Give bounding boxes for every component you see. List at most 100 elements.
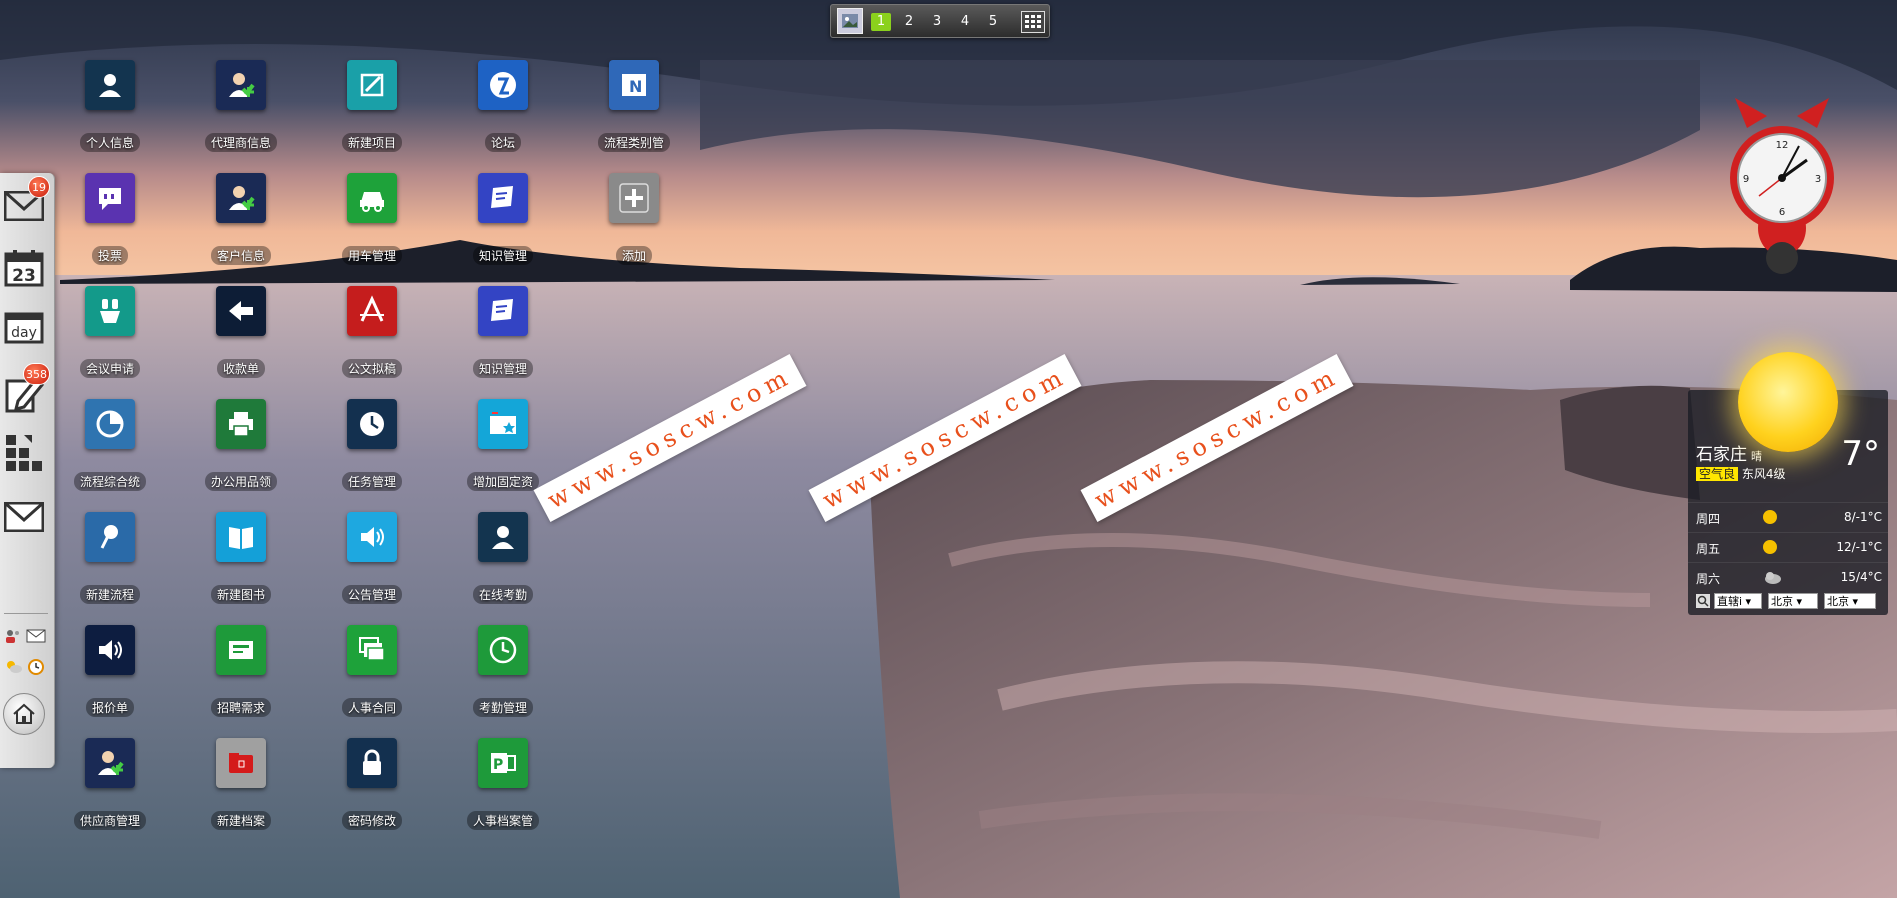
speaker-icon bbox=[85, 625, 135, 675]
desktop-app-icon[interactable]: 任务管理 bbox=[322, 399, 422, 491]
app-label: 公文拟稿 bbox=[341, 359, 402, 378]
desktop-app-icon[interactable]: 人事合同 bbox=[322, 625, 422, 717]
app-label: 投票 bbox=[91, 246, 128, 265]
apps-grid-icon bbox=[6, 435, 42, 471]
alarm-clock-icon[interactable] bbox=[26, 656, 46, 676]
desktop-app-icon[interactable]: 会议申请 bbox=[60, 286, 160, 378]
desktop-app-icon[interactable]: 供应商管理 bbox=[60, 738, 160, 830]
small-mail-icon[interactable] bbox=[26, 626, 46, 646]
dock-apps[interactable] bbox=[2, 431, 46, 475]
desktop-app-icon[interactable]: 新建图书 bbox=[191, 512, 291, 604]
onenote-icon: N bbox=[609, 60, 659, 110]
weather-wind: 东风4级 bbox=[1741, 467, 1786, 481]
desktop-app-icon[interactable]: 个人信息 bbox=[60, 60, 160, 152]
desktop-app-icon[interactable]: 新建档案 bbox=[191, 738, 291, 830]
search-icon[interactable] bbox=[1696, 593, 1710, 612]
desktop-thumbnail-icon[interactable] bbox=[837, 8, 863, 34]
dock-calendar[interactable]: 23 bbox=[2, 246, 46, 290]
province-select[interactable]: 直辖i ▾ bbox=[1714, 593, 1762, 609]
app-label: 流程类别管 bbox=[597, 133, 670, 152]
app-label: 知识管理 bbox=[472, 246, 533, 265]
folder-icon bbox=[216, 738, 266, 788]
desktop-app-icon[interactable]: 公告管理 bbox=[322, 512, 422, 604]
desktop-app-icon[interactable]: 客户信息 bbox=[191, 173, 291, 265]
workspace-tab-2[interactable]: 2 bbox=[899, 13, 919, 31]
contacts-icon[interactable] bbox=[3, 626, 23, 646]
mail-badge: 19 bbox=[28, 176, 50, 198]
svg-text:3: 3 bbox=[1815, 174, 1821, 185]
printer-icon bbox=[216, 399, 266, 449]
user-icon bbox=[478, 512, 528, 562]
vote-icon bbox=[85, 173, 135, 223]
user-add-icon bbox=[216, 173, 266, 223]
district-select[interactable]: 北京 ▾ bbox=[1824, 593, 1876, 609]
cloud-icon bbox=[1762, 569, 1782, 588]
desktop-app-icon[interactable]: N 流程类别管 bbox=[584, 60, 684, 152]
city-select[interactable]: 北京 ▾ bbox=[1768, 593, 1818, 609]
dock-divider bbox=[4, 613, 48, 614]
weather-aqi: 空气良 东风4级 bbox=[1696, 465, 1785, 482]
speaker-icon bbox=[347, 512, 397, 562]
forecast-row: 周四 8/-1°C bbox=[1688, 502, 1888, 531]
app-label: 任务管理 bbox=[341, 472, 402, 491]
dock-mail[interactable]: 19 bbox=[2, 176, 50, 228]
desktop-app-icon[interactable]: 投票 bbox=[60, 173, 160, 265]
desktop-app-icon[interactable]: 报价单 bbox=[60, 625, 160, 717]
desktop-app-icon[interactable]: 在线考勤 bbox=[453, 512, 553, 604]
desktop-app-icon[interactable]: 用车管理 bbox=[322, 173, 422, 265]
desktop-app-icon[interactable]: 新建项目 bbox=[322, 60, 422, 152]
desktop-app-icon[interactable]: 增加固定资 bbox=[453, 399, 553, 491]
weather-condition: 晴 bbox=[1751, 450, 1762, 463]
fox-clock-icon: 12 3 6 9 bbox=[1730, 98, 1834, 274]
workspace-switcher: 1 2 3 4 5 bbox=[830, 4, 1050, 38]
document-draft-icon bbox=[347, 286, 397, 336]
knowledge-icon bbox=[478, 286, 528, 336]
app-label: 招聘需求 bbox=[210, 698, 271, 717]
dock-edit[interactable]: 358 bbox=[2, 363, 50, 415]
desktop-app-icon[interactable]: 招聘需求 bbox=[191, 625, 291, 717]
app-label: 人事档案管 bbox=[466, 811, 539, 830]
workspace-tab-4[interactable]: 4 bbox=[955, 13, 975, 31]
app-label: 知识管理 bbox=[472, 359, 533, 378]
weather-sun-icon bbox=[1738, 352, 1838, 452]
app-label: 考勤管理 bbox=[472, 698, 533, 717]
desktop-app-icon[interactable]: 流程综合统 bbox=[60, 399, 160, 491]
weather-small-icon[interactable] bbox=[3, 656, 23, 676]
forum-icon bbox=[478, 60, 528, 110]
desktop-app-icon[interactable]: 收款单 bbox=[191, 286, 291, 378]
user-add-icon bbox=[85, 738, 135, 788]
desktop-app-icon[interactable]: 论坛 bbox=[453, 60, 553, 152]
pin-icon bbox=[85, 512, 135, 562]
desktop-app-icon[interactable]: 办公用品领 bbox=[191, 399, 291, 491]
workspace-tab-1[interactable]: 1 bbox=[871, 13, 891, 31]
desktop-app-icon[interactable]: 考勤管理 bbox=[453, 625, 553, 717]
app-label: 办公用品领 bbox=[204, 472, 277, 491]
new-project-icon bbox=[347, 60, 397, 110]
desktop-app-icon[interactable]: 新建流程 bbox=[60, 512, 160, 604]
day-calendar-icon: day bbox=[4, 312, 44, 344]
desktop-app-icon[interactable]: 知识管理 bbox=[453, 286, 553, 378]
plus-icon bbox=[609, 173, 659, 223]
desktop-app-icon[interactable]: 知识管理 bbox=[453, 173, 553, 265]
workspace-tab-5[interactable]: 5 bbox=[983, 13, 1003, 31]
edit-badge: 358 bbox=[23, 363, 50, 385]
app-label: 报价单 bbox=[85, 698, 134, 717]
workspace-tab-3[interactable]: 3 bbox=[927, 13, 947, 31]
dock-message[interactable] bbox=[2, 495, 46, 539]
left-dock: 19 23 day 358 bbox=[0, 173, 55, 768]
app-label: 用车管理 bbox=[341, 246, 402, 265]
knowledge-icon bbox=[478, 173, 528, 223]
clock-widget[interactable]: 12 3 6 9 bbox=[1727, 98, 1837, 283]
svg-text:day: day bbox=[11, 325, 37, 341]
home-button[interactable] bbox=[3, 693, 45, 735]
desktop-app-icon[interactable]: 代理商信息 bbox=[191, 60, 291, 152]
desktop-app-icon[interactable]: 密码修改 bbox=[322, 738, 422, 830]
forecast-row: 周五 12/-1°C bbox=[1688, 532, 1888, 561]
grid-view-icon[interactable] bbox=[1021, 11, 1045, 33]
desktop-app-icon[interactable]: 公文拟稿 bbox=[322, 286, 422, 378]
dock-day-view[interactable]: day bbox=[2, 305, 46, 349]
desktop-app-icon[interactable]: 添加 bbox=[584, 173, 684, 265]
book-icon bbox=[216, 512, 266, 562]
desktop-app-icon[interactable]: P 人事档案管 bbox=[453, 738, 553, 830]
svg-text:N: N bbox=[629, 77, 642, 96]
